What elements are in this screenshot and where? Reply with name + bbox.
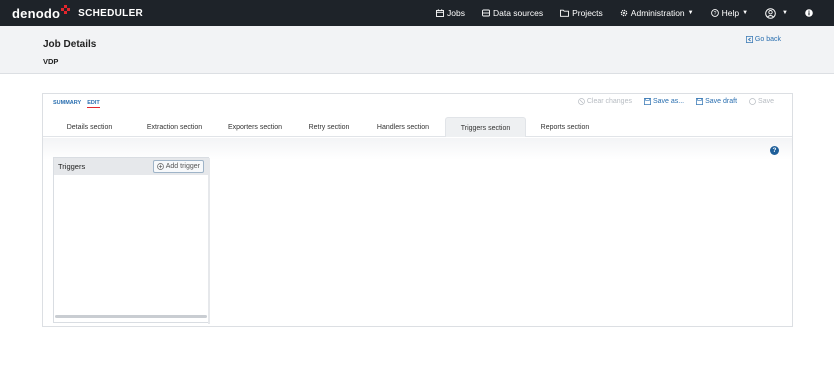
app-name: SCHEDULER xyxy=(78,7,144,19)
help-icon[interactable]: ? xyxy=(770,146,779,155)
nav-info[interactable] xyxy=(805,9,816,17)
denodo-logo[interactable]: denodo xyxy=(12,4,71,21)
action-toolbar: Clear changes Save as... Save draft Save xyxy=(566,98,774,105)
page-header: Job Details VDP Go back xyxy=(0,26,834,74)
nav-projects-label: Projects xyxy=(572,8,603,18)
save-draft-icon xyxy=(696,98,704,105)
save-label: Save xyxy=(758,98,774,105)
edit-mode-link[interactable]: EDIT xyxy=(87,100,100,108)
folder-icon xyxy=(560,9,570,17)
nav-projects[interactable]: Projects xyxy=(560,8,603,18)
tab-details-section[interactable]: Details section xyxy=(43,117,136,137)
summary-mode-link[interactable]: SUMMARY xyxy=(53,100,81,108)
tab-triggers-section[interactable]: Triggers section xyxy=(445,117,526,137)
caret-down-icon: ▼ xyxy=(687,10,694,16)
help-circle-icon: ? xyxy=(710,9,719,17)
caret-down-icon: ▼ xyxy=(782,10,788,16)
tab-handlers-section[interactable]: Handlers section xyxy=(361,117,445,137)
nav-help-label: Help xyxy=(721,8,740,18)
main-nav: Jobs Data sources Projects Administratio… xyxy=(419,0,816,26)
save-icon xyxy=(749,98,756,105)
save-draft-button[interactable]: Save draft xyxy=(696,98,737,105)
tab-retry-section[interactable]: Retry section xyxy=(297,117,361,137)
caret-down-icon: ▼ xyxy=(742,10,749,16)
panel-divider[interactable] xyxy=(208,158,210,324)
nav-data-sources[interactable]: Data sources xyxy=(482,8,543,18)
nav-help[interactable]: ? Help ▼ xyxy=(710,8,749,18)
database-icon xyxy=(482,9,490,17)
nav-jobs[interactable]: Jobs xyxy=(436,8,465,18)
svg-text:?: ? xyxy=(713,11,716,17)
save-as-label: Save as... xyxy=(652,98,685,105)
save-as-button[interactable]: Save as... xyxy=(644,98,684,105)
calendar-icon xyxy=(436,9,444,17)
tab-reports-section[interactable]: Reports section xyxy=(526,117,604,137)
go-back-label: Go back xyxy=(754,36,781,43)
triggers-panel: Triggers Add trigger xyxy=(53,157,210,324)
add-trigger-label: Add trigger xyxy=(165,163,200,170)
job-details-card: SUMMARY EDIT Clear changes Save as... Sa… xyxy=(42,93,793,327)
triggers-title: Triggers xyxy=(58,162,86,171)
info-icon xyxy=(805,9,813,17)
logo-text: denodo xyxy=(12,5,61,21)
nav-data-sources-label: Data sources xyxy=(492,8,544,18)
section-tabs: Details section Extraction section Expor… xyxy=(43,117,792,137)
nav-administration-label: Administration xyxy=(630,8,685,18)
back-arrow-icon xyxy=(745,36,753,43)
page-title: Job Details xyxy=(43,39,97,50)
plus-circle-icon xyxy=(156,163,164,170)
logo-mark-icon xyxy=(61,4,71,14)
horizontal-scrollbar[interactable] xyxy=(55,315,207,318)
page-subtitle: VDP xyxy=(43,57,59,66)
nav-jobs-label: Jobs xyxy=(447,8,465,18)
nav-user-menu[interactable]: ▼ xyxy=(765,7,788,19)
tab-extraction-section[interactable]: Extraction section xyxy=(136,117,213,137)
clear-icon xyxy=(577,98,585,105)
save-as-icon xyxy=(644,98,651,105)
gear-icon xyxy=(620,9,628,17)
user-circle-icon xyxy=(765,7,776,19)
triggers-panel-header: Triggers Add trigger xyxy=(54,158,208,175)
save-draft-label: Save draft xyxy=(705,98,738,105)
save-button[interactable]: Save xyxy=(749,98,774,105)
nav-administration[interactable]: Administration ▼ xyxy=(620,8,694,18)
tab-exporters-section[interactable]: Exporters section xyxy=(213,117,297,137)
go-back-link[interactable]: Go back xyxy=(745,36,781,43)
clear-changes-label: Clear changes xyxy=(586,98,632,105)
add-trigger-button[interactable]: Add trigger xyxy=(152,160,204,173)
mode-switch: SUMMARY EDIT xyxy=(53,100,106,108)
clear-changes-button[interactable]: Clear changes xyxy=(577,98,632,105)
top-navbar: denodo SCHEDULER Jobs Data sources Proje… xyxy=(0,0,834,26)
